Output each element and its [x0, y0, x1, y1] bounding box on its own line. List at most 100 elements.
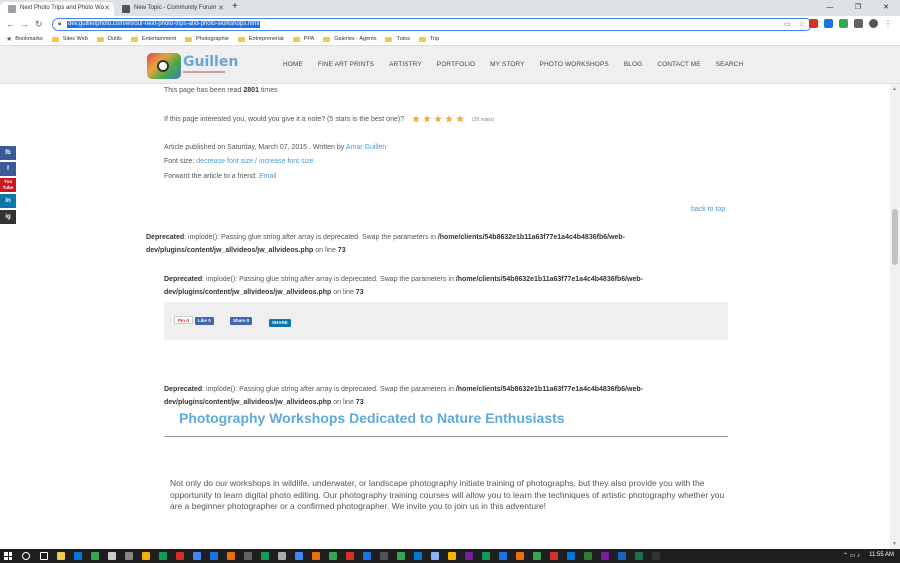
author-link[interactable]: Amar Guillen: [346, 144, 386, 151]
nav-fine-art-prints[interactable]: FINE ART PRINTS: [318, 61, 374, 68]
app-icon[interactable]: [210, 552, 218, 560]
system-tray[interactable]: ⌃ ▭ ♪: [843, 552, 860, 559]
star-icon[interactable]: [412, 115, 420, 123]
app-icon[interactable]: [261, 552, 269, 560]
nav-search[interactable]: SEARCH: [716, 61, 744, 68]
extension-shield-icon[interactable]: [824, 19, 833, 28]
app-icon[interactable]: [414, 552, 422, 560]
windows-start-icon[interactable]: [4, 552, 12, 560]
new-tab-button[interactable]: +: [232, 1, 238, 12]
app-icon[interactable]: [346, 552, 354, 560]
task-view-icon[interactable]: [40, 552, 48, 560]
extension-puzzle-icon[interactable]: [854, 19, 863, 28]
bookmark-star-icon[interactable]: ☆: [799, 20, 805, 28]
avatar[interactable]: [869, 19, 878, 28]
cast-icon[interactable]: ▭: [784, 20, 791, 28]
maximize-button[interactable]: ❐: [844, 0, 872, 16]
scroll-up-icon[interactable]: ▲: [892, 86, 897, 92]
search-icon[interactable]: [22, 552, 30, 560]
app-icon[interactable]: [142, 552, 150, 560]
scroll-down-icon[interactable]: ▼: [892, 541, 897, 547]
app-icon[interactable]: [278, 552, 286, 560]
bookmark-folder[interactable]: Galeries - Agents: [323, 36, 376, 42]
app-icon[interactable]: [397, 552, 405, 560]
nav-my-story[interactable]: MY STORY: [490, 61, 524, 68]
star-icon[interactable]: [434, 115, 442, 123]
app-icon[interactable]: [482, 552, 490, 560]
nav-contact-me[interactable]: CONTACT ME: [657, 61, 700, 68]
bookmark-folder[interactable]: Trip: [419, 36, 439, 42]
nav-home[interactable]: HOME: [283, 61, 303, 68]
app-icon[interactable]: [295, 552, 303, 560]
extension-green-icon[interactable]: [839, 19, 848, 28]
file-explorer-icon[interactable]: [57, 552, 65, 560]
star-icon[interactable]: [423, 115, 431, 123]
chrome-icon[interactable]: [329, 552, 337, 560]
app-icon[interactable]: [516, 552, 524, 560]
nav-blog[interactable]: BLOG: [624, 61, 642, 68]
app-icon[interactable]: [125, 552, 133, 560]
tab-inactive[interactable]: New Topic - Community Forum ✕: [114, 2, 228, 16]
app-icon[interactable]: [227, 552, 235, 560]
star-rating[interactable]: [412, 115, 464, 123]
menu-icon[interactable]: ⋮: [884, 19, 892, 28]
app-icon[interactable]: [652, 552, 660, 560]
app-icon[interactable]: [91, 552, 99, 560]
scrollbar-thumb[interactable]: [892, 209, 898, 265]
star-icon[interactable]: [456, 115, 464, 123]
bookmark-folder[interactable]: Photographie: [185, 36, 229, 42]
nav-photo-workshops[interactable]: PHOTO WORKSHOPS: [540, 61, 609, 68]
url-text[interactable]: dev.guillenphoto.com/en/our-next-photo-t…: [67, 21, 261, 28]
forward-icon[interactable]: →: [20, 18, 29, 30]
nav-portfolio[interactable]: PORTFOLIO: [437, 61, 475, 68]
tab-active[interactable]: Next Photo Trips and Photo Wo ✕: [0, 2, 114, 16]
bookmark-folder[interactable]: Entertainment: [130, 36, 176, 42]
excel-icon[interactable]: [635, 552, 643, 560]
bookmark-folder[interactable]: Tutos: [385, 36, 410, 42]
app-icon[interactable]: [465, 552, 473, 560]
page-scrollbar[interactable]: ▲ ▼: [890, 84, 900, 549]
app-icon[interactable]: [193, 552, 201, 560]
back-icon[interactable]: ←: [6, 18, 15, 30]
app-icon[interactable]: [448, 552, 456, 560]
app-icon[interactable]: [567, 552, 575, 560]
close-icon[interactable]: ✕: [104, 2, 110, 15]
facebook-share-button[interactable]: Share 0: [230, 317, 253, 325]
close-window-button[interactable]: ✕: [872, 0, 900, 16]
bookmark-folder[interactable]: Entrepreneriat: [237, 36, 284, 42]
app-icon[interactable]: [176, 552, 184, 560]
word-icon[interactable]: [618, 552, 626, 560]
app-icon[interactable]: [312, 552, 320, 560]
bookmark-folder[interactable]: Outils: [96, 36, 122, 42]
app-icon[interactable]: [584, 552, 592, 560]
app-icon[interactable]: [108, 552, 116, 560]
pinterest-button[interactable]: Pin it: [174, 316, 193, 324]
facebook-like-button[interactable]: Like 0: [195, 317, 214, 325]
app-icon[interactable]: [363, 552, 371, 560]
increase-font-link[interactable]: increase font size: [259, 158, 313, 165]
app-icon[interactable]: [550, 552, 558, 560]
back-to-top-link[interactable]: back to top: [691, 206, 725, 213]
reload-icon[interactable]: ↻: [35, 18, 43, 30]
address-bar[interactable]: 🔒︎ dev.guillenphoto.com/en/our-next-phot…: [52, 18, 812, 31]
app-icon[interactable]: [159, 552, 167, 560]
email-link[interactable]: Email: [259, 173, 277, 180]
onenote-icon[interactable]: [601, 552, 609, 560]
extension-red-icon[interactable]: [809, 19, 818, 28]
app-icon[interactable]: [244, 552, 252, 560]
app-icon[interactable]: [499, 552, 507, 560]
bookmark-folder[interactable]: PPA: [292, 36, 314, 42]
star-icon[interactable]: [445, 115, 453, 123]
edge-icon[interactable]: [74, 552, 82, 560]
decrease-font-link[interactable]: decrease font size: [196, 158, 253, 165]
site-logo[interactable]: Guillen: [147, 51, 238, 81]
bookmark-folder[interactable]: Sites Web: [51, 36, 88, 42]
app-icon[interactable]: [431, 552, 439, 560]
app-icon[interactable]: [380, 552, 388, 560]
minimize-button[interactable]: —: [816, 0, 844, 16]
nav-artistry[interactable]: ARTISTRY: [389, 61, 422, 68]
linkedin-share-button[interactable]: SHARE: [269, 319, 291, 327]
app-icon[interactable]: [533, 552, 541, 560]
close-icon[interactable]: ✕: [218, 2, 224, 15]
bookmark-item[interactable]: ★ Bookmarks: [6, 35, 43, 43]
